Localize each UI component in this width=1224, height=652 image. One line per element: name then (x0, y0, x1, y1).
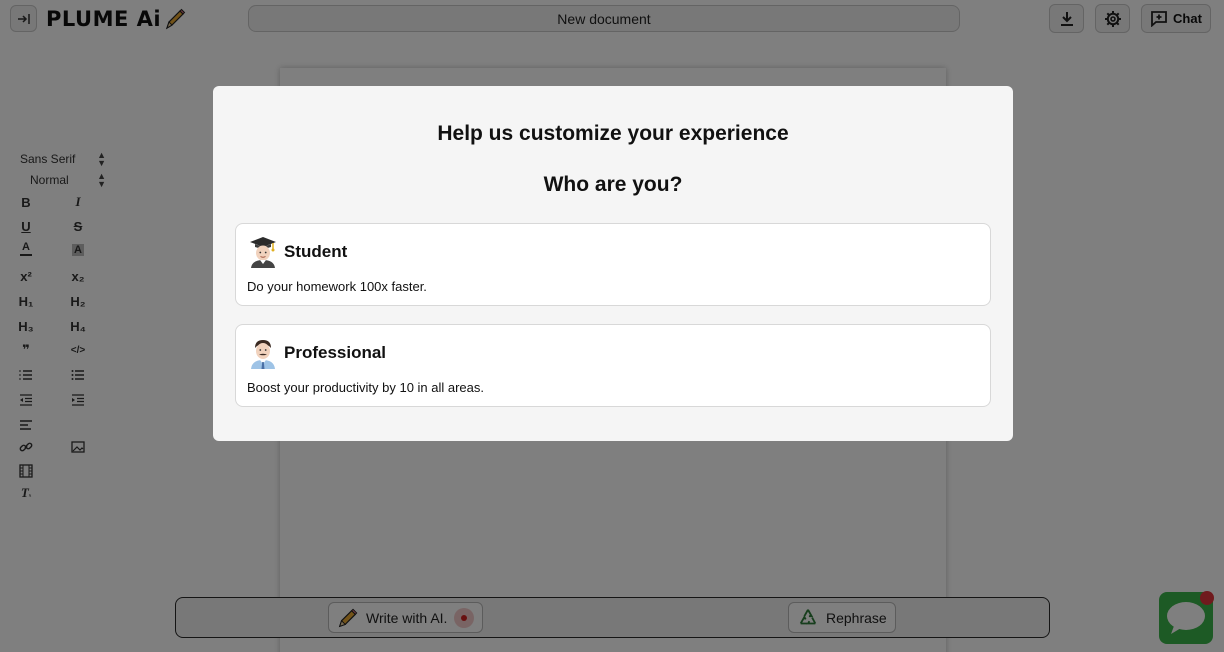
option-header: Student (248, 236, 347, 268)
option-name: Professional (284, 343, 387, 362)
professional-emoji-icon (251, 340, 275, 369)
modal-subtitle: Who are you? (543, 173, 683, 196)
student-emoji-icon (250, 237, 276, 268)
option-name: Student (284, 242, 348, 261)
onboarding-modal: Help us customize your experience Who ar… (213, 86, 1013, 441)
option-description: Do your homework 100x faster. (247, 279, 427, 294)
option-description: Boost your productivity by 10 in all are… (247, 380, 485, 395)
option-student[interactable]: Student Do your homework 100x faster. (235, 223, 991, 306)
option-header: Professional (248, 337, 386, 369)
option-professional[interactable]: Professional Boost your productivity by … (235, 324, 991, 407)
modal-title: Help us customize your experience (437, 122, 789, 145)
